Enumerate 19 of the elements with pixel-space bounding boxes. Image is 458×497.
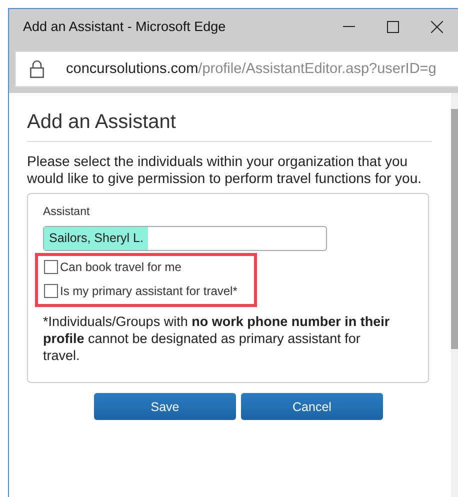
checkbox[interactable] — [44, 260, 58, 274]
intro-text: Please select the individuals within your organization that you would like to give permission to perform travel functions for you. — [27, 153, 423, 187]
minimize-icon — [343, 26, 355, 28]
checkbox-option[interactable]: Can book travel for me — [44, 260, 248, 274]
maximize-icon — [387, 20, 399, 32]
scrollbar[interactable] — [451, 93, 458, 497]
cancel-button[interactable]: Cancel — [241, 393, 383, 420]
close-icon — [431, 20, 443, 32]
lock-icon — [30, 60, 44, 78]
window-title: Add an Assistant - Microsoft Edge — [23, 19, 227, 34]
footnote-text: *Individuals/Groups with no work phone number in their profile cannot be designated as primary assistant for travel. — [43, 313, 391, 364]
address-bar[interactable]: concursolutions.com/profile/AssistantEditor.asp?userID=g — [15, 51, 458, 87]
page-url: concursolutions.com/profile/AssistantEditor.asp?userID=g — [66, 61, 436, 77]
assistant-field[interactable]: Sailors, Sheryl L. — [43, 226, 327, 251]
save-button[interactable]: Save — [94, 393, 236, 420]
checkbox-option[interactable]: Is my primary assistant for travel* — [44, 284, 248, 298]
checkbox[interactable] — [44, 284, 58, 298]
page-heading: Add an Assistant — [27, 101, 432, 142]
field-label: Assistant — [43, 206, 91, 218]
